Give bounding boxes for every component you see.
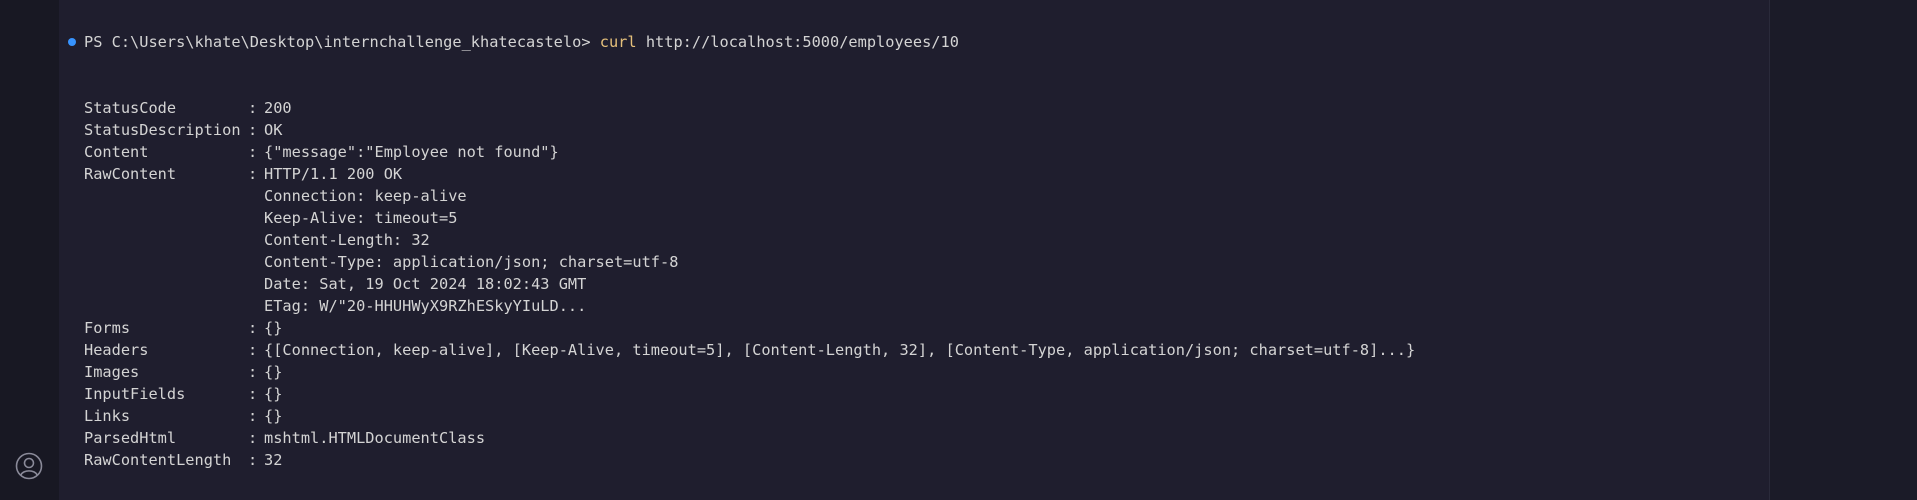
output-value: {} [264, 319, 283, 337]
output-value: HTTP/1.1 200 OK [264, 165, 403, 183]
output-row: Headers: {[Connection, keep-alive], [Keep… [84, 339, 1415, 361]
output-key: Images [84, 363, 140, 381]
account-icon[interactable] [14, 451, 44, 481]
output-value: Connection: keep-alive [264, 187, 467, 205]
output-row: RawContentLength:32 [84, 449, 1415, 471]
command-name: curl [599, 33, 637, 51]
output-key: RawContent [84, 165, 177, 183]
output-separator: : [248, 451, 258, 469]
output-key: StatusDescription [84, 121, 241, 139]
prompt-path: PS C:\Users\khate\Desktop\internchalleng… [84, 33, 591, 51]
output-separator: : [248, 385, 258, 403]
output-row: RawContent: HTTP/1.1 200 OK [84, 163, 1415, 185]
output-separator: : [248, 143, 258, 161]
output-key: StatusCode [84, 99, 177, 117]
output-row: Date: Sat, 19 Oct 2024 18:02:43 GMT [84, 273, 1415, 295]
output-value: 32 [264, 451, 283, 469]
output-key: InputFields [84, 385, 186, 403]
output-value: {} [264, 407, 283, 425]
activity-bar [0, 0, 59, 500]
output-row: Connection: keep-alive [84, 185, 1415, 207]
output-value: {"message":"Employee not found"} [264, 143, 559, 161]
output-key: Links [84, 407, 131, 425]
output-row: ETag: W/"20-HHUHWyX9RZhESkyYIuLD... [84, 295, 1415, 317]
output-row: StatusDescription: OK [84, 119, 1415, 141]
output-row: InputFields: {} [84, 383, 1415, 405]
output-value: 200 [264, 99, 292, 117]
output-key: Content [84, 143, 149, 161]
output-row: Keep-Alive: timeout=5 [84, 207, 1415, 229]
terminal-panel[interactable]: PS C:\Users\khate\Desktop\internchalleng… [59, 0, 1816, 500]
output-value: Content-Length: 32 [264, 231, 430, 249]
command-args: http://localhost:5000/employees/10 [645, 33, 959, 51]
output-value: Content-Type: application/json; charset=… [264, 253, 679, 271]
output-row: Forms: {} [84, 317, 1415, 339]
output-value: Keep-Alive: timeout=5 [264, 209, 458, 227]
output-separator: : [248, 341, 258, 359]
command-output: StatusCode:200 StatusDescription: OK Conten… [84, 97, 1415, 471]
output-row: Content-Length: 32 [84, 229, 1415, 251]
output-value: {[Connection, keep-alive], [Keep-Alive, … [264, 341, 1416, 359]
side-panel [1770, 0, 1917, 500]
output-separator: : [248, 99, 258, 117]
output-key: Forms [84, 319, 131, 337]
output-row: Images: {} [84, 361, 1415, 383]
output-row: Links: {} [84, 405, 1415, 427]
output-separator: : [248, 407, 258, 425]
output-separator: : [248, 165, 258, 183]
output-key: Headers [84, 341, 149, 359]
command-line: PS C:\Users\khate\Desktop\internchalleng… [59, 31, 959, 53]
output-row: ParsedHtml: mshtml.HTMLDocumentClass [84, 427, 1415, 449]
output-value: OK [264, 121, 283, 139]
output-value: mshtml.HTMLDocumentClass [264, 429, 486, 447]
output-separator: : [248, 429, 258, 447]
output-separator: : [248, 319, 258, 337]
output-key: RawContentLength [84, 451, 232, 469]
output-key: ParsedHtml [84, 429, 177, 447]
output-value: {} [264, 385, 283, 403]
output-separator: : [248, 363, 258, 381]
output-row: Content: {"message":"Employee not found"} [84, 141, 1415, 163]
output-value: Date: Sat, 19 Oct 2024 18:02:43 GMT [264, 275, 587, 293]
circle-dot-icon[interactable] [68, 38, 76, 46]
command-text: PS C:\Users\khate\Desktop\internchalleng… [84, 31, 959, 53]
output-separator: : [248, 121, 258, 139]
output-value: ETag: W/"20-HHUHWyX9RZhESkyYIuLD... [264, 297, 587, 315]
output-row: Content-Type: application/json; charset=… [84, 251, 1415, 273]
output-value: {} [264, 363, 283, 381]
output-row: StatusCode:200 [84, 97, 1415, 119]
